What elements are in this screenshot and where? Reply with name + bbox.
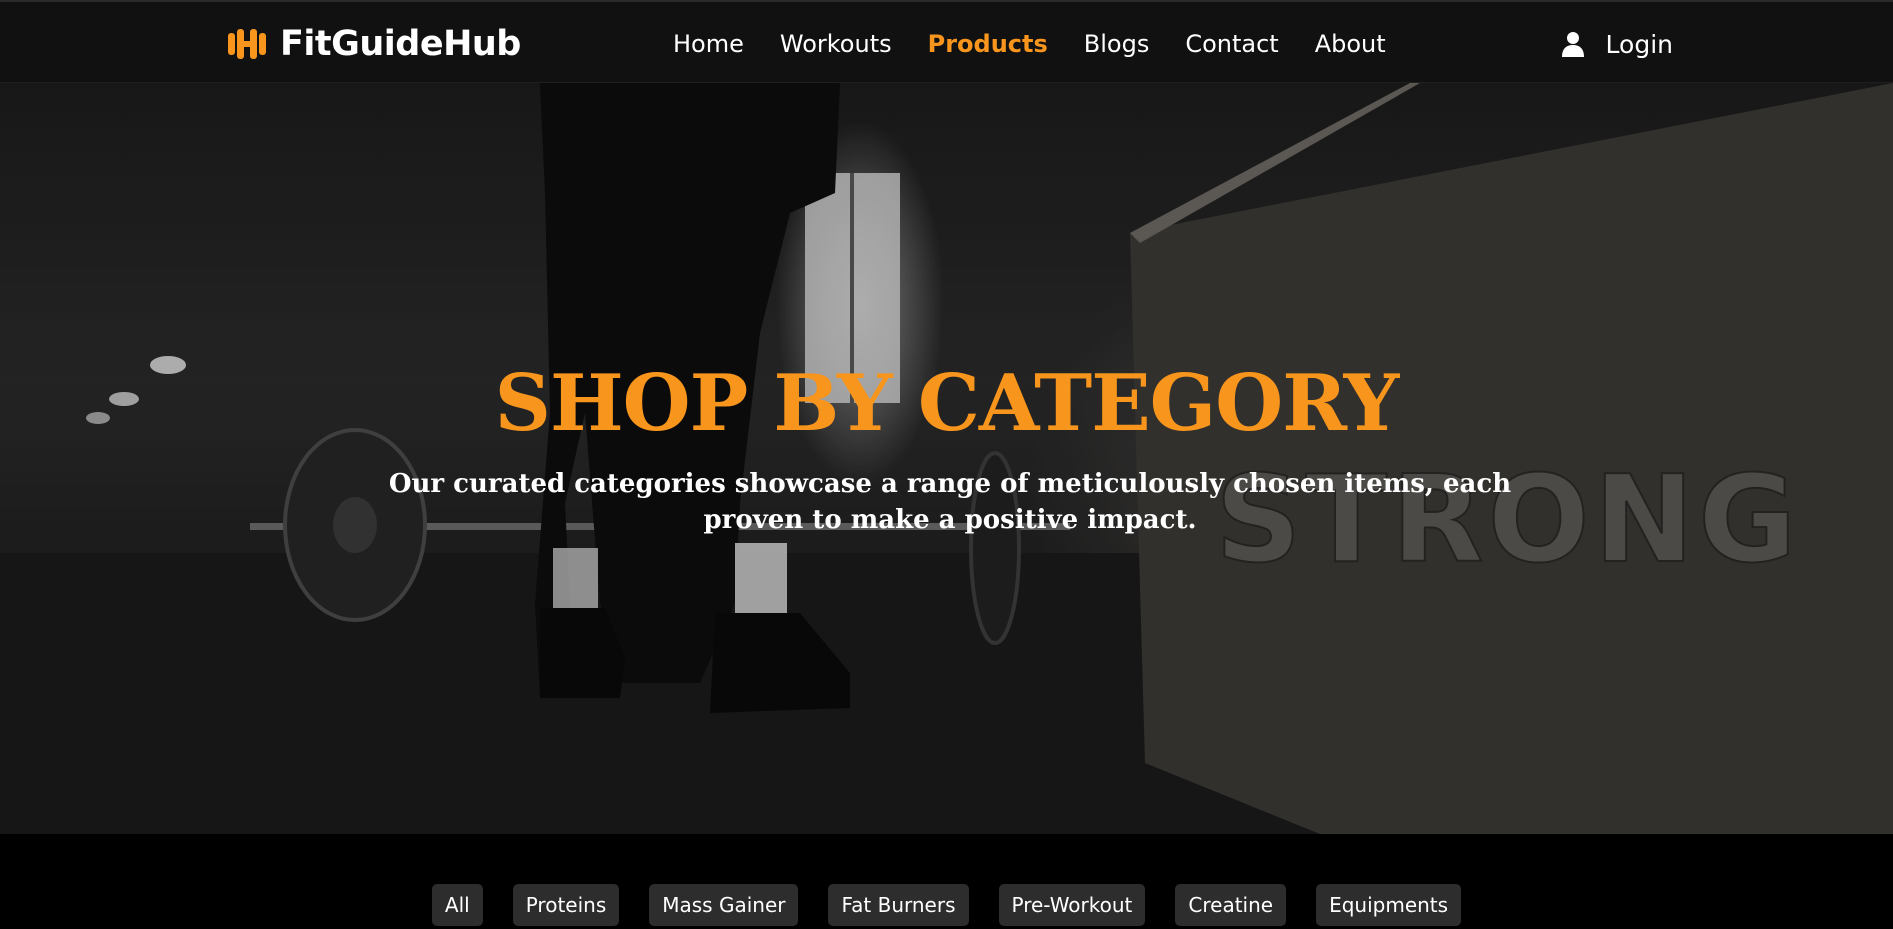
user-icon	[1561, 32, 1584, 57]
nav-contact[interactable]: Contact	[1167, 26, 1296, 62]
top-navbar: FitGuideHub Home Workouts Products Blogs…	[0, 0, 1893, 83]
hero-banner: STRONG SHOP BY CATEGORY Our curated cate…	[0, 83, 1893, 834]
nav-about[interactable]: About	[1297, 26, 1404, 62]
category-fat-burners[interactable]: Fat Burners	[828, 884, 969, 926]
nav-home[interactable]: Home	[673, 26, 762, 62]
nav-blogs[interactable]: Blogs	[1066, 26, 1168, 62]
category-mass-gainer[interactable]: Mass Gainer	[649, 884, 799, 926]
category-all[interactable]: All	[431, 884, 483, 926]
login-button[interactable]: Login	[1561, 26, 1673, 62]
hero-background-image: STRONG	[0, 83, 1893, 834]
nav-products[interactable]: Products	[910, 26, 1066, 62]
category-equipments[interactable]: Equipments	[1316, 884, 1462, 926]
category-creatine[interactable]: Creatine	[1175, 884, 1287, 926]
brand-logo[interactable]: FitGuideHub	[226, 24, 521, 64]
nav-workouts[interactable]: Workouts	[762, 26, 910, 62]
login-label: Login	[1605, 29, 1673, 59]
category-proteins[interactable]: Proteins	[512, 884, 620, 926]
hero-subtitle: Our curated categories showcase a range …	[388, 469, 1512, 535]
brand-name: FitGuideHub	[280, 24, 521, 64]
dumbbell-icon	[228, 29, 266, 59]
main-nav: Home Workouts Products Blogs Contact Abo…	[673, 26, 1404, 62]
hero-title: SHOP BY CATEGORY	[494, 358, 1400, 449]
category-filter-bar: All Proteins Mass Gainer Fat Burners Pre…	[0, 884, 1893, 926]
category-pre-workout[interactable]: Pre-Workout	[998, 884, 1146, 926]
category-section: All Proteins Mass Gainer Fat Burners Pre…	[0, 834, 1893, 929]
